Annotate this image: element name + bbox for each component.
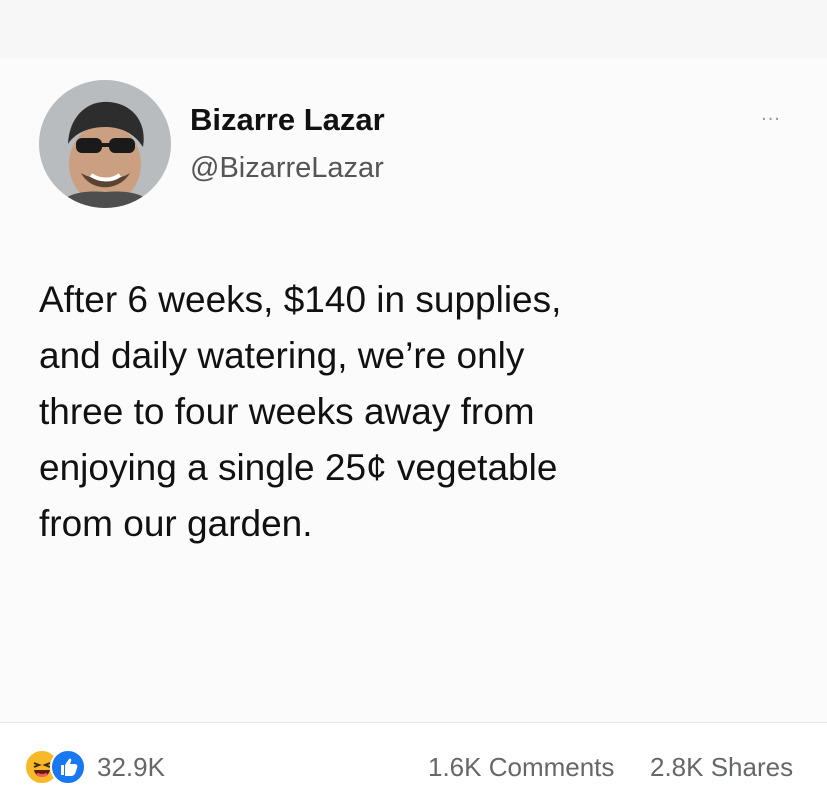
like-icon	[50, 749, 86, 785]
reaction-count[interactable]: 32.9K	[97, 752, 165, 783]
author-name[interactable]: Bizarre Lazar	[190, 102, 385, 138]
author-handle: @BizarreLazar	[190, 152, 384, 184]
more-options-button[interactable]: ...	[756, 104, 786, 128]
tweet-text: After 6 weeks, $140 in supplies, and dai…	[39, 279, 562, 544]
facebook-post-screenshot: Bizarre Lazar @BizarreLazar ... After 6 …	[0, 0, 827, 801]
top-band	[0, 0, 827, 58]
avatar[interactable]	[39, 80, 171, 208]
post-footer: 32.9K 1.6K Comments 2.8K Shares	[0, 723, 827, 801]
shares-link[interactable]: 2.8K Shares	[650, 752, 793, 783]
comments-link[interactable]: 1.6K Comments	[428, 752, 614, 783]
shared-tweet-image[interactable]: Bizarre Lazar @BizarreLazar ... After 6 …	[0, 58, 827, 722]
